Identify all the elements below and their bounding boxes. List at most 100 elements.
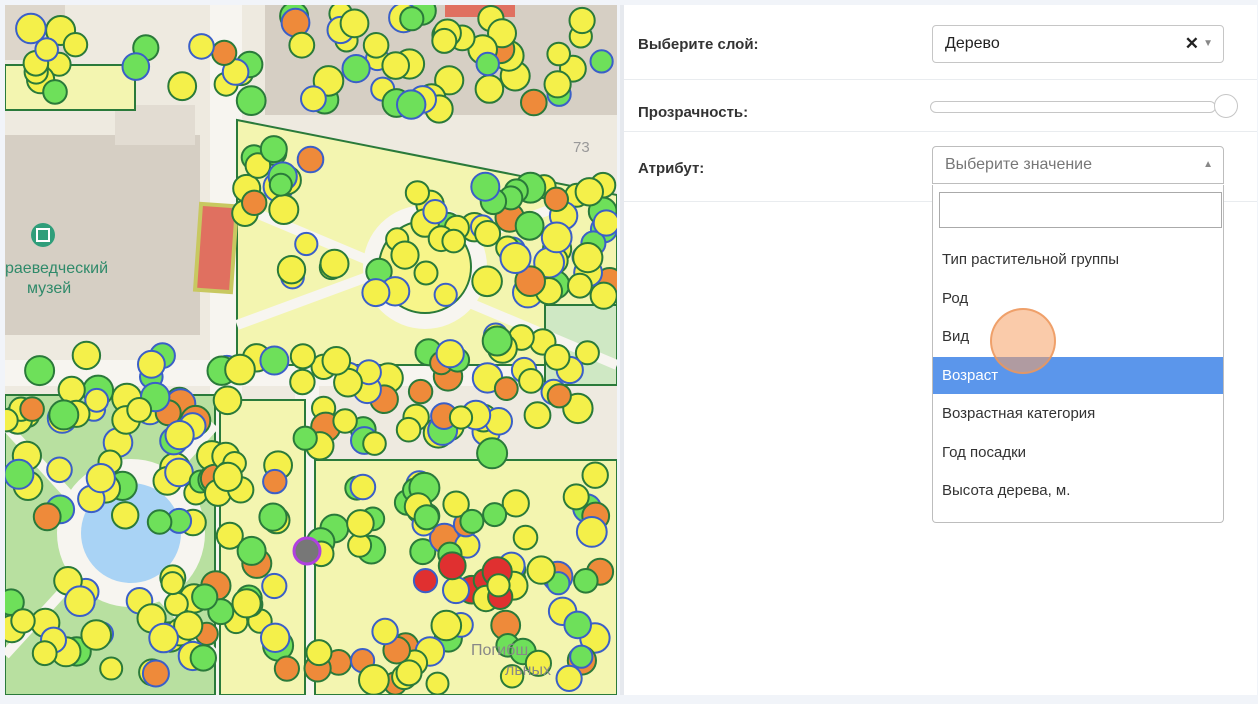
tree-marker[interactable] [261,572,288,600]
tree-marker[interactable] [319,248,350,279]
tree-marker[interactable] [268,172,293,197]
tree-marker[interactable] [362,431,387,456]
tree-marker[interactable] [493,376,519,402]
tree-marker[interactable] [543,343,571,371]
tree-marker[interactable] [589,49,614,74]
dropdown-option[interactable]: Возрастная категория [933,395,1223,432]
tree-marker[interactable] [486,573,511,598]
tree-marker[interactable] [341,54,371,84]
tree-marker[interactable] [164,420,195,451]
tree-marker[interactable] [523,401,552,430]
tree-marker[interactable] [24,355,56,387]
tree-marker[interactable] [80,619,112,651]
dropdown-option[interactable]: Возраст [933,356,1223,394]
tree-marker[interactable] [399,6,425,32]
tree-marker[interactable] [268,194,300,225]
tree-marker[interactable] [5,408,19,433]
tree-marker[interactable] [289,368,316,396]
tree-marker[interactable] [160,571,185,596]
layer-select[interactable]: Дерево ✕ ▼ [932,25,1224,63]
tree-marker[interactable] [381,51,411,80]
tree-marker[interactable] [581,461,609,489]
tree-marker[interactable] [294,231,319,257]
tree-marker[interactable] [371,617,399,646]
tree-marker[interactable] [395,659,423,687]
tree-marker[interactable] [262,468,288,495]
tree-marker[interactable] [260,622,291,653]
tree-marker[interactable] [574,177,604,207]
dropdown-option[interactable]: Тип растительной группы [933,241,1223,278]
tree-marker[interactable] [224,353,256,386]
tree-marker[interactable] [19,396,45,422]
tree-marker[interactable] [57,375,86,404]
dropdown-option[interactable]: Высота дерева, м. [933,472,1223,509]
tree-marker[interactable] [475,51,500,77]
chevron-up-icon[interactable]: ▲ [1203,159,1213,170]
tree-marker[interactable] [474,220,502,247]
dropdown-option[interactable]: Год посадки [933,434,1223,471]
tree-marker[interactable] [395,416,422,443]
tree-marker[interactable] [540,221,573,254]
tree-marker[interactable] [448,405,474,430]
tree-marker[interactable] [442,576,470,605]
tree-marker[interactable] [189,644,218,672]
tree-marker[interactable] [273,655,300,682]
tree-marker[interactable] [567,272,593,299]
tree-marker[interactable] [562,483,590,511]
tree-marker[interactable] [259,345,290,376]
tree-marker[interactable] [288,31,316,59]
tree-marker[interactable] [241,189,268,217]
tree-marker[interactable] [474,74,505,104]
tree-marker[interactable] [573,568,599,594]
dropdown-search-input[interactable] [939,192,1222,228]
tree-marker[interactable] [437,551,467,581]
tree-marker[interactable] [235,85,267,116]
tree-marker[interactable] [85,463,116,494]
tree-marker[interactable] [349,473,377,501]
tree-marker[interactable] [543,70,572,99]
tree-marker[interactable] [259,135,288,164]
tree-marker[interactable] [31,640,58,667]
map-view[interactable]: раеведческий музей 73 Погибш льных [5,5,617,695]
tree-marker[interactable] [231,588,262,619]
dropdown-option[interactable]: Диаметр кроны, м. [933,511,1223,523]
tree-marker[interactable] [64,585,96,618]
tree-marker[interactable] [431,27,458,54]
tree-marker[interactable] [358,664,390,695]
tree-marker[interactable] [289,343,316,370]
tree-marker[interactable] [211,39,238,67]
tree-marker[interactable] [296,145,325,174]
tree-marker[interactable] [300,85,327,113]
tree-marker[interactable] [481,325,513,357]
tree-marker[interactable] [276,255,307,285]
dropdown-option[interactable]: Род [933,280,1223,317]
tree-marker[interactable] [471,265,503,298]
tree-marker[interactable] [546,383,572,409]
tree-marker[interactable] [121,52,151,81]
tree-marker[interactable] [10,608,36,634]
tree-marker[interactable] [512,524,539,551]
tree-marker[interactable] [514,210,545,241]
tree-marker[interactable] [339,8,370,39]
tree-marker[interactable] [292,425,318,451]
tree-marker[interactable] [258,502,288,532]
tree-marker[interactable] [141,659,170,688]
tree-marker[interactable] [518,368,544,394]
tree-marker[interactable] [575,516,608,548]
tree-marker[interactable] [526,555,556,585]
tree-marker[interactable] [62,32,89,58]
tree-marker[interactable] [212,461,243,492]
tree-marker[interactable] [412,568,439,594]
tree-marker[interactable] [148,622,179,654]
clear-icon[interactable]: ✕ [1185,34,1199,54]
tree-marker[interactable] [362,32,390,59]
tree-marker[interactable] [48,399,80,431]
tree-marker[interactable] [422,199,448,225]
opacity-slider-track[interactable] [930,101,1216,113]
selected-tree-marker[interactable] [292,536,322,566]
tree-marker[interactable] [390,240,420,270]
tree-marker[interactable] [188,33,215,60]
tree-marker[interactable] [569,644,594,669]
tree-marker[interactable] [167,71,198,102]
tree-marker[interactable] [482,502,508,528]
